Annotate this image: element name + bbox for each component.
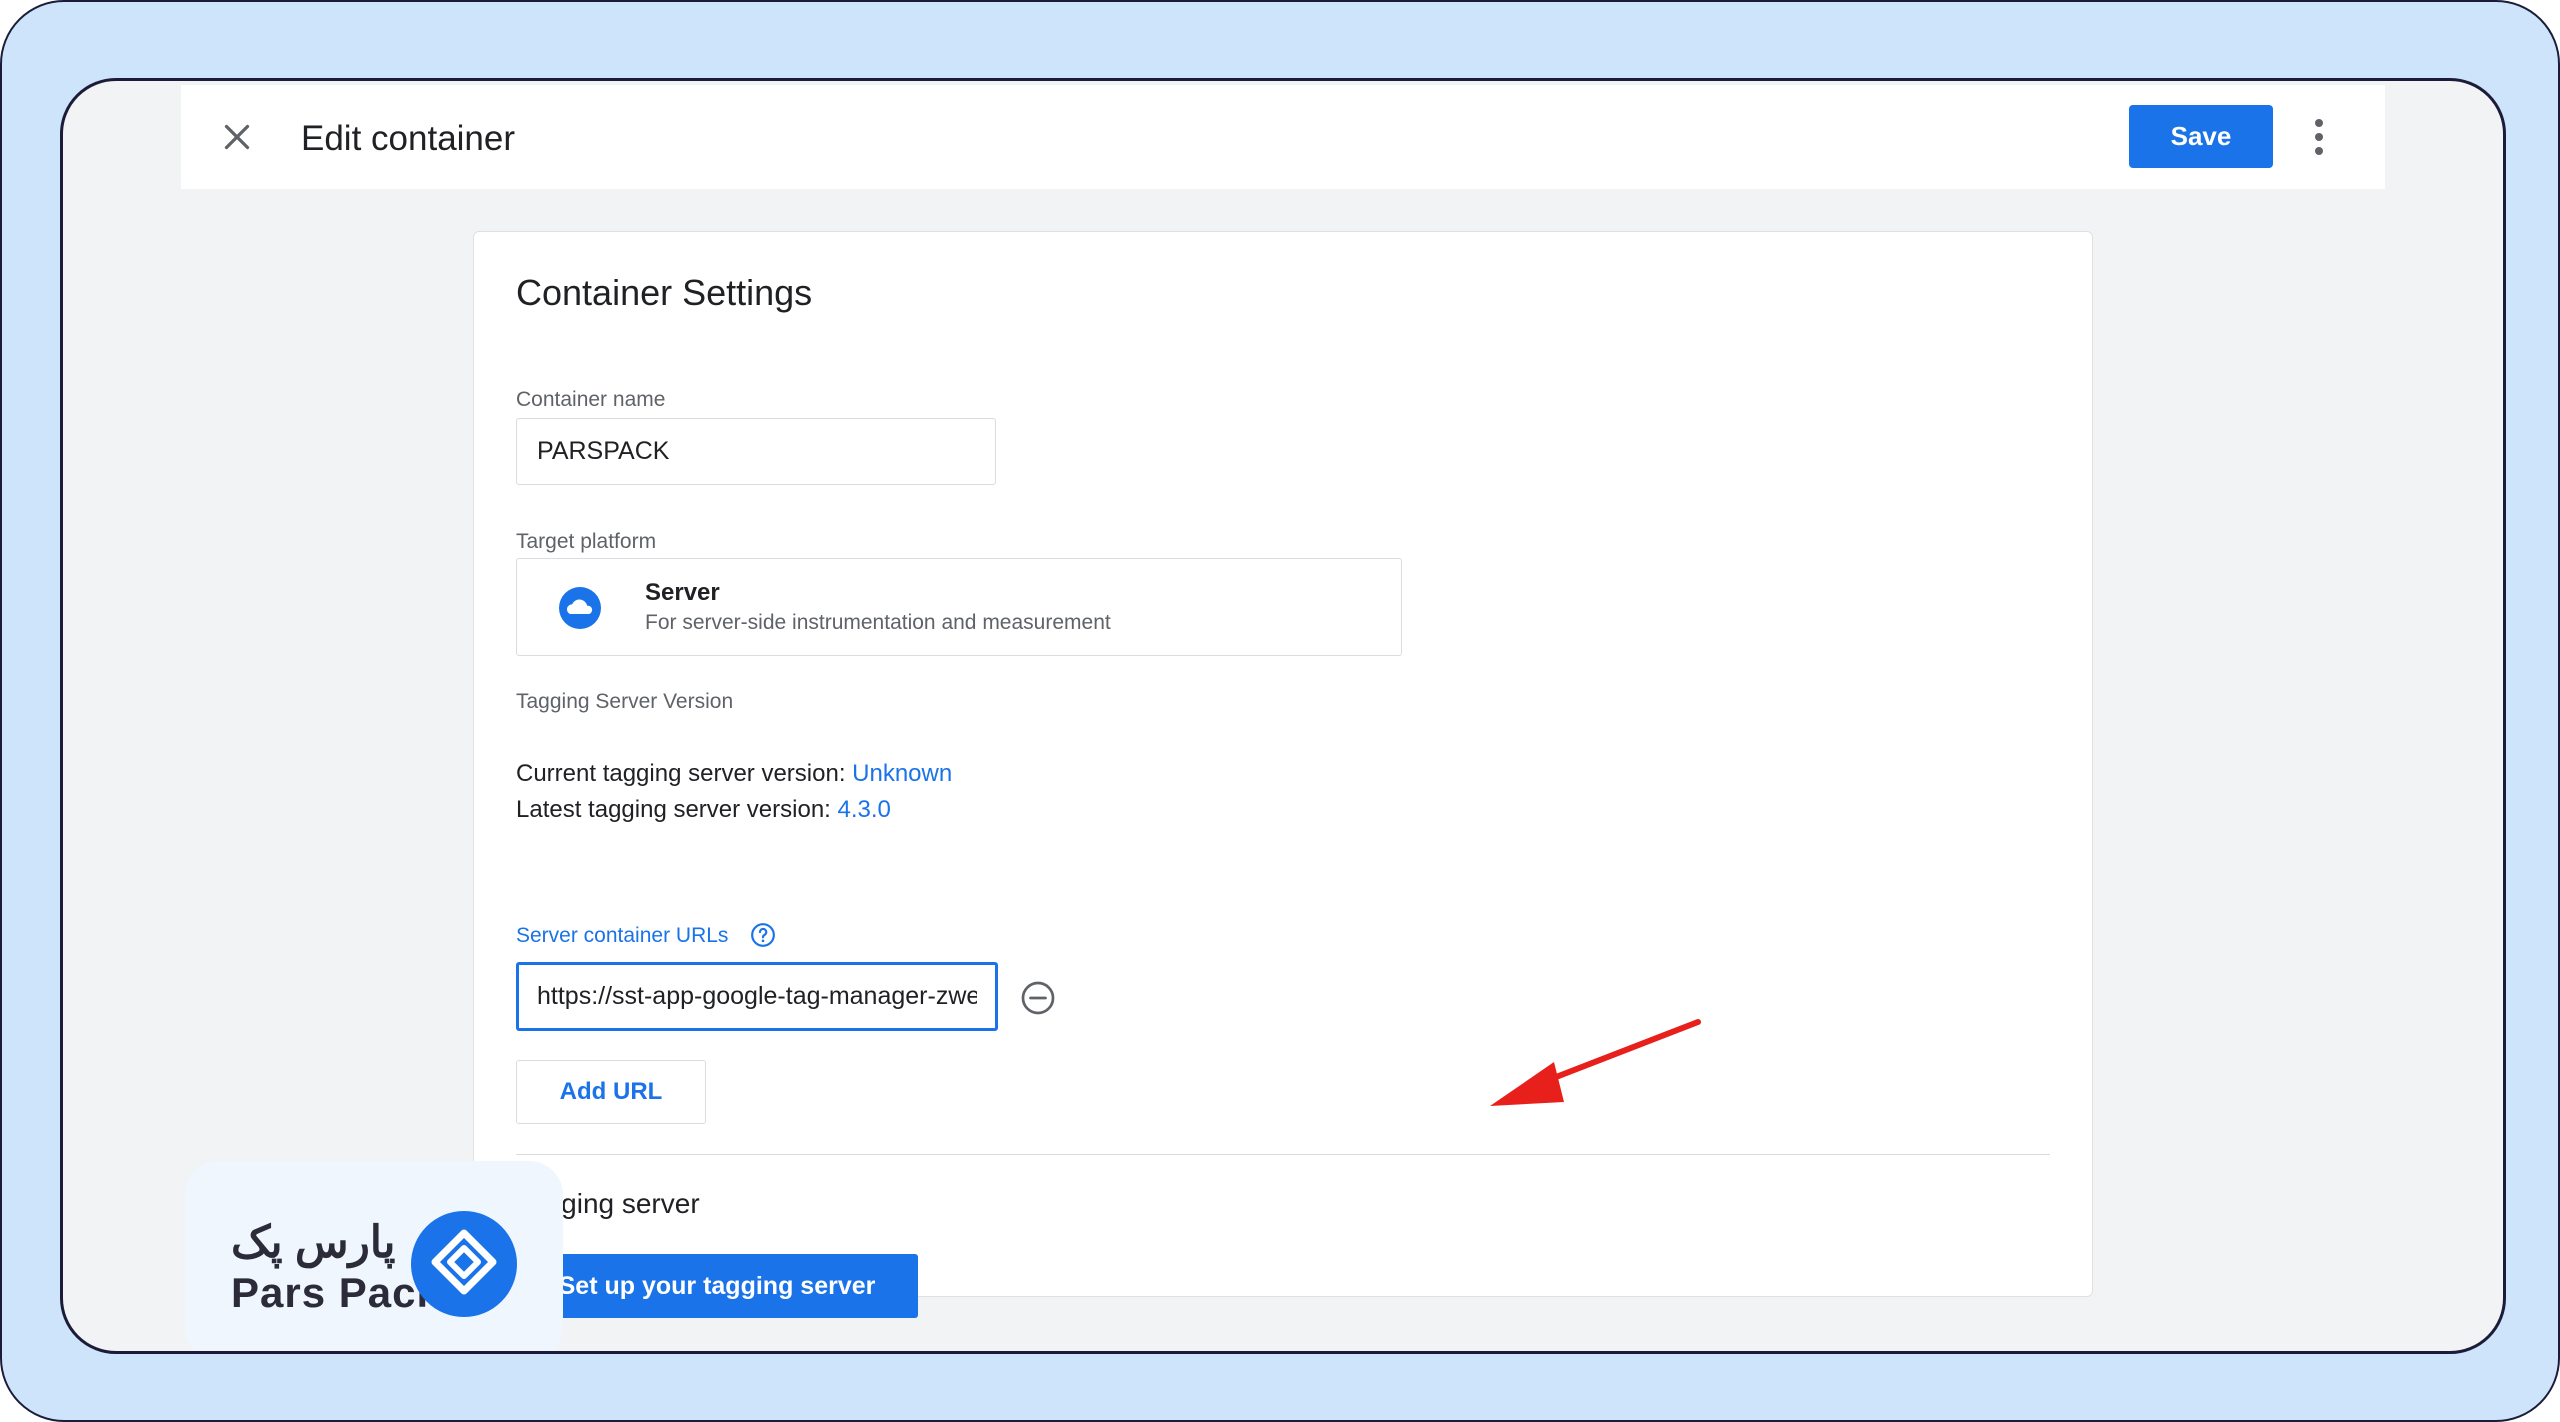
- app-window: Edit container Save Container Settings C…: [60, 78, 2506, 1354]
- target-platform-label: Target platform: [516, 530, 657, 553]
- platform-option-server[interactable]: Server For server-side instrumentation a…: [516, 558, 1402, 656]
- current-version-label: Current tagging server version:: [516, 760, 853, 787]
- container-name-label: Container name: [516, 388, 666, 411]
- help-icon[interactable]: [750, 922, 776, 948]
- setup-tagging-server-button[interactable]: Set up your tagging server: [516, 1254, 918, 1318]
- outer-frame: Edit container Save Container Settings C…: [0, 0, 2560, 1422]
- container-name-input[interactable]: [516, 418, 996, 485]
- container-settings-card: Container Settings Container name Target…: [473, 231, 2093, 1318]
- tagging-version-label: Tagging Server Version: [516, 690, 734, 713]
- cloud-icon: [559, 587, 601, 629]
- add-url-button[interactable]: Add URL: [516, 1060, 706, 1124]
- page-title: Edit container: [301, 119, 516, 158]
- current-version-value[interactable]: Unknown: [852, 760, 952, 787]
- more-vert-icon[interactable]: [2313, 119, 2325, 155]
- close-icon[interactable]: [219, 119, 255, 155]
- latest-version-value[interactable]: 4.3.0: [838, 796, 891, 823]
- current-version-line: Current tagging server version: Unknown: [516, 760, 952, 788]
- parspack-logo-icon: [411, 1211, 517, 1317]
- platform-description: For server-side instrumentation and meas…: [645, 611, 1111, 634]
- section-title-container-settings: Container Settings: [516, 272, 813, 313]
- latest-version-label: Latest tagging server version:: [516, 796, 838, 823]
- remove-circle-icon[interactable]: [1020, 980, 1056, 1016]
- platform-name: Server: [645, 579, 720, 606]
- save-button[interactable]: Save: [2129, 105, 2273, 168]
- annotation-arrow: [1490, 1019, 1701, 1106]
- server-url-input[interactable]: [516, 962, 998, 1031]
- parspack-logo-badge: پارس پک Pars Pack: [185, 1161, 563, 1351]
- divider: [516, 1154, 2050, 1155]
- logo-text-fa: پارس پک: [231, 1218, 396, 1267]
- server-urls-label: Server container URLs: [516, 924, 729, 947]
- latest-version-line: Latest tagging server version: 4.3.0: [516, 796, 891, 824]
- top-app-bar: Edit container Save: [181, 85, 2385, 189]
